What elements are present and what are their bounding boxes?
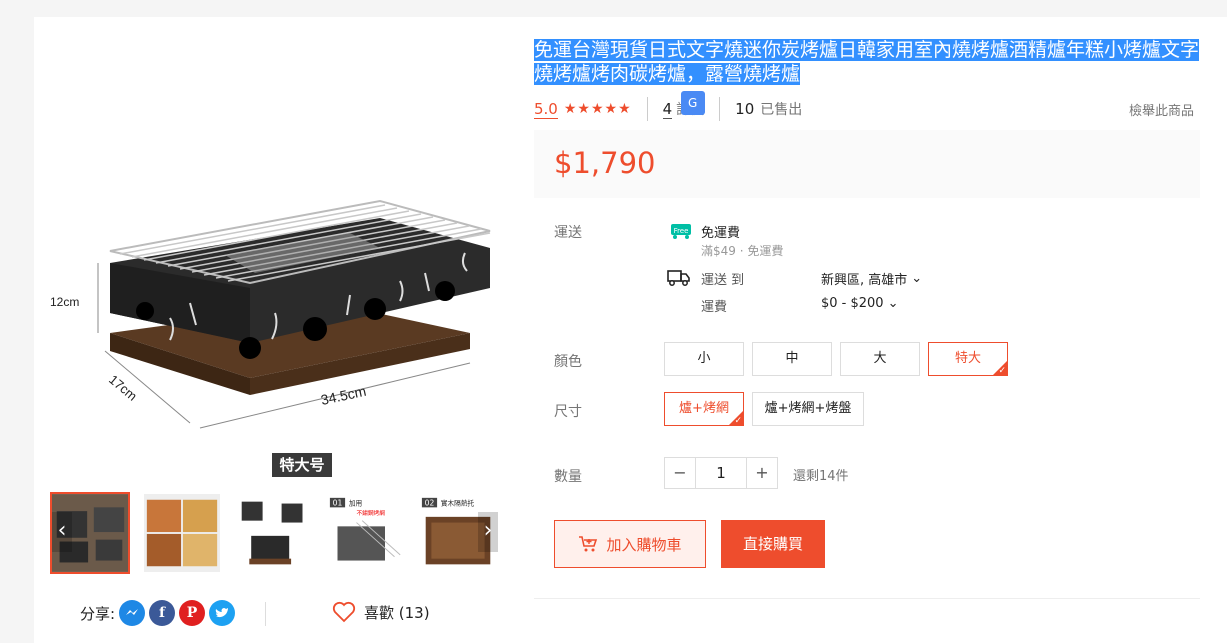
product-card: 12cm 17cm 34.5cm 特大号 01 加用不鏽鋼烤網 02 實木隔熱托 ‹… xyxy=(34,17,1227,643)
product-price: $1,790 xyxy=(554,146,656,180)
cart-icon xyxy=(579,536,598,552)
product-title: 免運台灣現貨日式文字燒迷你炭烤爐日韓家用室內燒烤爐酒精爐年糕小烤爐文字燒烤爐烤肉… xyxy=(534,38,1200,86)
ship-to-value: 新興區, 高雄市 xyxy=(821,273,908,288)
report-product-link[interactable]: 檢舉此商品 xyxy=(1129,100,1194,119)
color-option-large[interactable]: 大 xyxy=(840,342,920,376)
color-option-xlarge-label: 特大 xyxy=(954,351,981,366)
free-shipping-title: 免運費 xyxy=(701,226,741,241)
thumbnail-4[interactable]: 01 加用不鏽鋼烤網 xyxy=(326,492,406,574)
thumb4-caption: 加用 xyxy=(349,498,362,507)
buy-now-button[interactable]: 直接購買 xyxy=(721,520,825,568)
product-stats: 5.0 ★★★★★ 4 評價 G 10 已售出 檢舉此商品 xyxy=(534,91,1194,122)
product-title-text: 免運台灣現貨日式文字燒迷你炭烤爐日韓家用室內燒烤爐酒精爐年糕小烤爐文字燒烤爐烤肉… xyxy=(534,39,1200,85)
color-option-small[interactable]: 小 xyxy=(664,342,744,376)
price-box: $1,790 xyxy=(534,130,1200,198)
pinterest-icon[interactable]: P xyxy=(179,600,206,626)
thumbnail-2[interactable] xyxy=(142,492,222,574)
free-shipping-icon: Free xyxy=(667,223,693,243)
main-product-image[interactable]: 12cm 17cm 34.5cm 特大号 xyxy=(50,33,506,489)
shipping-fee-label: 運費 xyxy=(701,300,728,315)
shipping-fee-value: $0 - $200 xyxy=(821,296,884,311)
ship-to-dropdown[interactable]: 新興區, 高雄市 ⌄ xyxy=(821,269,922,288)
shipping-label: 運送 xyxy=(554,225,582,241)
thumbnail-strip: 01 加用不鏽鋼烤網 02 實木隔熱托 ‹ › xyxy=(50,492,498,574)
section-divider xyxy=(534,598,1200,599)
share-label: 分享: xyxy=(80,604,116,623)
height-label: 12cm xyxy=(50,295,79,309)
sold-label: 已售出 xyxy=(760,102,803,118)
chevron-down-icon: ⌄ xyxy=(911,271,923,286)
ship-to-label: 運送 到 xyxy=(701,273,745,288)
twitter-icon[interactable] xyxy=(209,600,236,626)
size-option-grill-net-label: 爐+烤網 xyxy=(679,401,729,416)
shipping-fee-dropdown[interactable]: $0 - $200 ⌄ xyxy=(821,296,899,311)
stats-divider xyxy=(646,97,648,121)
reviews-count: 4 xyxy=(662,99,673,119)
thumb4-caption2: 不鏽鋼烤網 xyxy=(357,509,386,517)
size-option-grill-net-plate[interactable]: 爐+烤網+烤盤 xyxy=(752,392,864,426)
size-option-grill-net[interactable]: 爐+烤網 ✓ xyxy=(664,392,744,426)
check-icon: ✓ xyxy=(998,366,1006,376)
color-option-medium[interactable]: 中 xyxy=(752,342,832,376)
share-like-divider xyxy=(265,602,266,626)
stock-remaining: 還剩14件 xyxy=(793,469,849,484)
facebook-icon[interactable]: f xyxy=(149,600,176,626)
quantity-input[interactable]: 1 xyxy=(696,457,746,489)
heart-icon xyxy=(332,601,356,623)
quantity-label: 數量 xyxy=(554,469,582,485)
quantity-stepper: − 1 + xyxy=(664,457,778,489)
quantity-increment-button[interactable]: + xyxy=(746,457,778,489)
rating-stars-icon: ★★★★★ xyxy=(563,101,632,117)
google-translate-icon[interactable]: G xyxy=(680,91,705,115)
like-button[interactable]: 喜歡 (13) xyxy=(332,601,430,623)
sold-count: 10 xyxy=(735,100,755,118)
check-icon: ✓ xyxy=(734,416,742,426)
size-tag-label: 特大号 xyxy=(279,456,324,474)
share-row: 分享: f P xyxy=(80,600,236,626)
like-count-label: 喜歡 (13) xyxy=(364,603,430,622)
quantity-decrement-button[interactable]: − xyxy=(664,457,696,489)
add-to-cart-label: 加入購物車 xyxy=(606,535,682,554)
add-to-cart-button[interactable]: 加入購物車 xyxy=(554,520,706,568)
thumb5-badge: 02 xyxy=(425,498,435,507)
color-option-xlarge[interactable]: 特大 ✓ xyxy=(928,342,1008,376)
free-shipping-sub: 滿$49 · 免運費 xyxy=(701,244,784,258)
reviews-link[interactable]: 4 評價 G xyxy=(662,91,705,119)
size-label: 尺寸 xyxy=(554,404,582,420)
thumb5-caption: 實木隔熱托 xyxy=(441,498,475,507)
stats-divider xyxy=(719,97,721,121)
color-label: 顏色 xyxy=(554,354,582,370)
rating-value[interactable]: 5.0 xyxy=(534,100,558,119)
chevron-down-icon: ⌄ xyxy=(887,296,899,311)
thumbnail-3[interactable] xyxy=(234,492,314,574)
gallery-prev-button[interactable]: ‹ xyxy=(52,512,72,552)
free-badge-text: Free xyxy=(674,227,689,235)
messenger-icon[interactable] xyxy=(119,600,146,626)
truck-icon xyxy=(667,268,691,292)
thumb4-badge: 01 xyxy=(333,498,343,507)
width-label: 34.5cm xyxy=(319,383,367,408)
gallery-next-button[interactable]: › xyxy=(478,512,498,552)
